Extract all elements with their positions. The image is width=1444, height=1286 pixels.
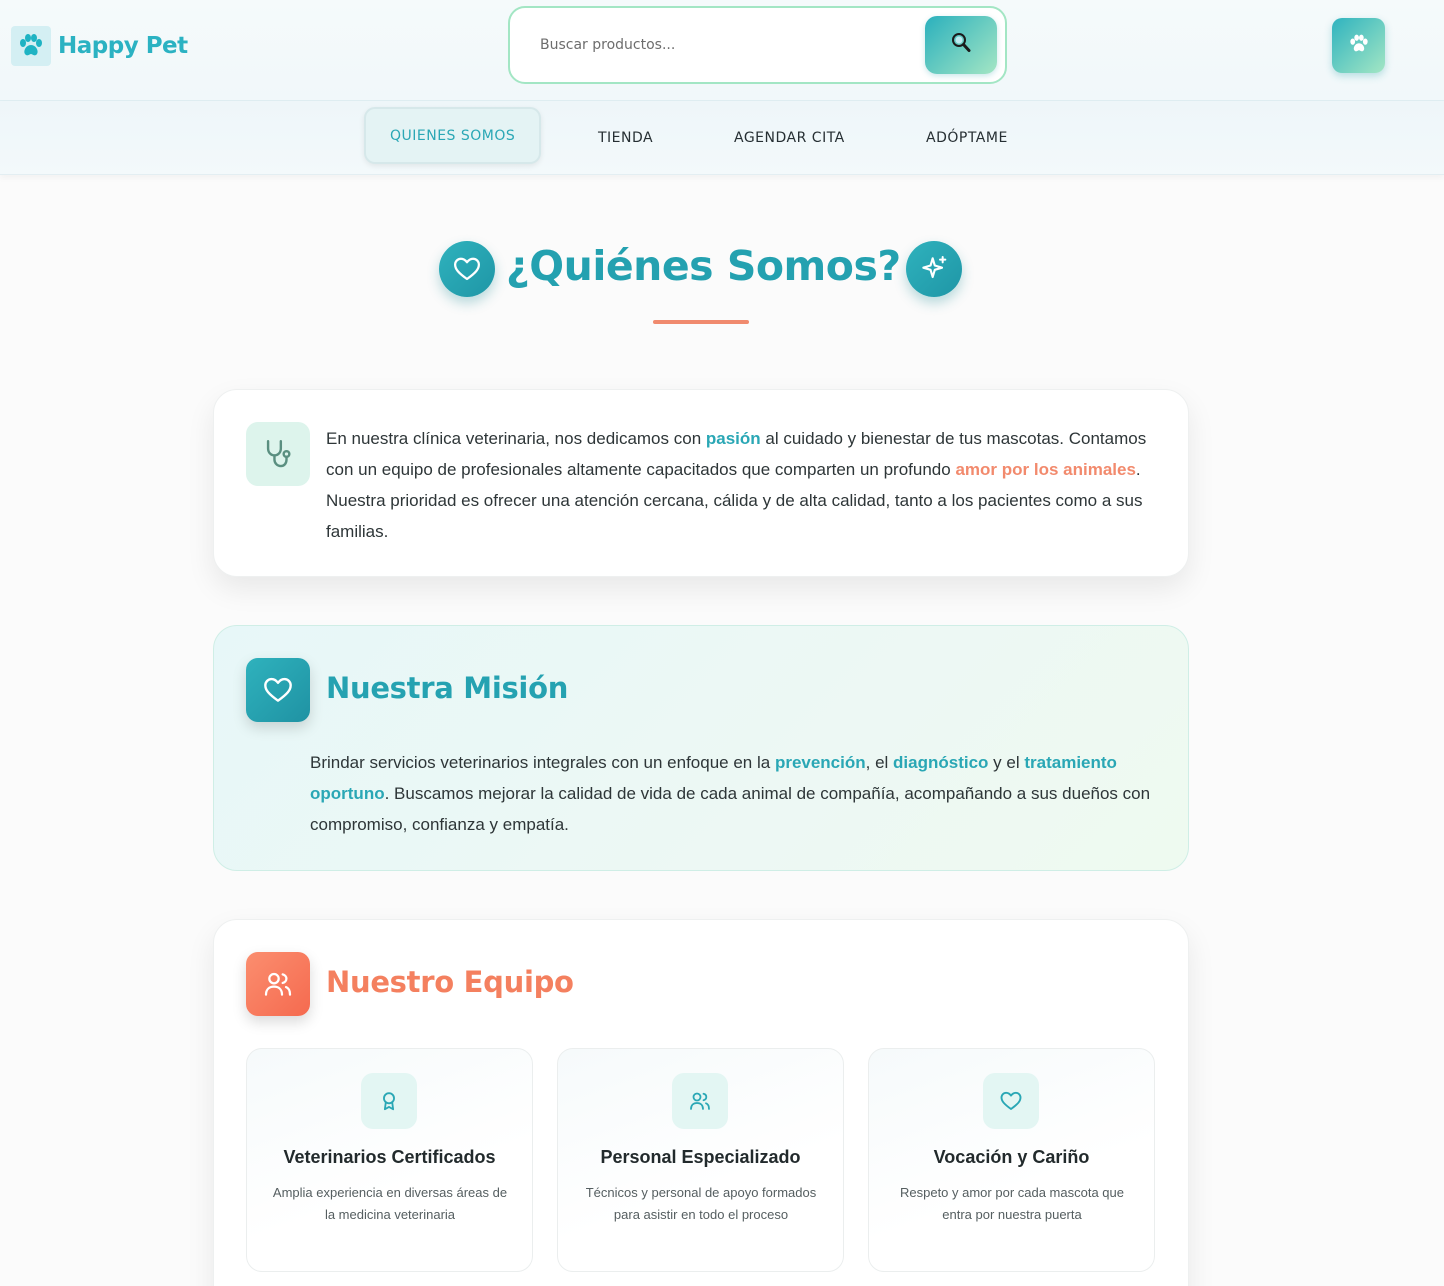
nav-tienda[interactable]: TIENDA xyxy=(598,101,653,175)
heart-icon xyxy=(439,241,495,297)
mision-card: Nuestra Misión Brindar servicios veterin… xyxy=(213,625,1189,871)
paw-menu-button[interactable] xyxy=(1332,18,1385,73)
heart-icon xyxy=(983,1073,1039,1129)
users-icon xyxy=(246,952,310,1016)
highlight-pasion: pasión xyxy=(705,429,761,448)
team-card-vocacion: Vocación y Cariño Respeto y amor por cad… xyxy=(868,1048,1155,1272)
nav-adoptame[interactable]: ADÓPTAME xyxy=(926,101,1008,175)
team-card-veterinarios: Veterinarios Certificados Amplia experie… xyxy=(246,1048,533,1272)
team-card-title: Veterinarios Certificados xyxy=(283,1147,496,1167)
award-icon xyxy=(361,1073,417,1129)
search-button[interactable] xyxy=(925,16,997,74)
nav-quienes-somos[interactable]: QUIENES SOMOS xyxy=(364,107,542,164)
search-input[interactable] xyxy=(540,26,920,64)
search-bar xyxy=(508,6,1007,84)
highlight-diagnostico: diagnóstico xyxy=(893,753,989,772)
title-underline xyxy=(653,320,749,324)
search-icon xyxy=(949,31,973,59)
highlight-amor: amor por los animales xyxy=(955,460,1136,479)
sparkle-icon xyxy=(906,241,962,297)
team-card-personal: Personal Especializado Técnicos y person… xyxy=(557,1048,844,1272)
brand-name: Happy Pet xyxy=(58,33,188,59)
nav-agendar-cita[interactable]: AGENDAR CITA xyxy=(734,101,845,175)
page-title: ¿Quiénes Somos? xyxy=(506,242,901,290)
site-header: Happy Pet xyxy=(0,0,1444,101)
paw-icon xyxy=(1348,33,1370,59)
equipo-card: Nuestro Equipo Veterinarios Certificados… xyxy=(213,919,1189,1286)
team-card-desc: Amplia experiencia en diversas áreas de … xyxy=(272,1185,508,1222)
users-icon xyxy=(672,1073,728,1129)
intro-text: En nuestra clínica veterinaria, nos dedi… xyxy=(326,429,1147,541)
intro-card: En nuestra clínica veterinaria, nos dedi… xyxy=(213,389,1189,577)
team-card-desc: Técnicos y personal de apoyo formados pa… xyxy=(585,1185,817,1222)
paw-icon xyxy=(11,26,51,66)
team-card-title: Vocación y Cariño xyxy=(933,1147,1090,1167)
mision-title: Nuestra Misión xyxy=(326,671,569,705)
highlight-prevencion: prevención xyxy=(774,753,866,772)
equipo-title: Nuestro Equipo xyxy=(326,965,574,999)
mision-text: Brindar servicios veterinarios integrale… xyxy=(310,753,1151,834)
brand-logo[interactable]: Happy Pet xyxy=(11,26,188,66)
team-card-title: Personal Especializado xyxy=(600,1147,801,1167)
page-header: ¿Quiénes Somos? xyxy=(0,238,1444,328)
stethoscope-icon xyxy=(246,422,310,486)
main-nav: QUIENES SOMOS TIENDA AGENDAR CITA ADÓPTA… xyxy=(0,101,1444,175)
heart-icon xyxy=(246,658,310,722)
team-card-desc: Respeto y amor por cada mascota que entr… xyxy=(899,1185,1124,1222)
